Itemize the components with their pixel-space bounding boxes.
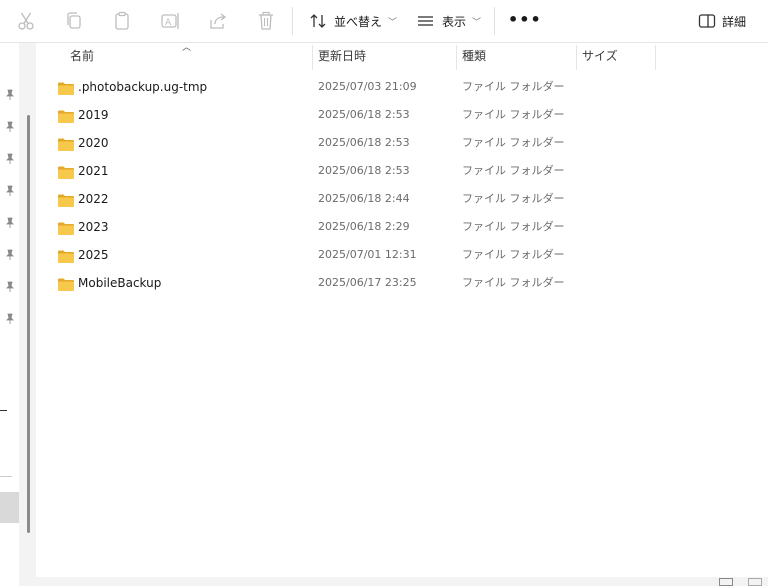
column-divider[interactable] [312,45,313,70]
folder-icon [58,248,74,263]
file-modified: 2025/06/17 23:25 [318,276,417,289]
column-header: 名前 更新日時 種類 サイズ [36,43,768,70]
file-modified: 2025/06/18 2:53 [318,136,410,149]
column-type[interactable]: 種類 [462,43,486,70]
view-label: 表示 [442,14,467,29]
nav-scrollbar[interactable] [27,115,30,533]
sort-label: 並べ替え [334,14,383,29]
file-row[interactable]: .photobackup.ug-tmp 2025/07/03 21:09 ファイル … [36,73,768,101]
file-modified: 2025/07/03 21:09 [318,80,417,93]
details-label: 詳細 [722,14,747,29]
toolbar-separator [494,7,495,35]
folder-icon [58,192,74,207]
pin-icon[interactable] [4,246,16,260]
file-modified: 2025/06/18 2:53 [318,108,410,121]
trash-icon[interactable] [255,10,277,32]
file-row[interactable]: 2023 2025/06/18 2:29 ファイル フォルダー [36,213,768,241]
svg-text:A: A [165,18,172,28]
pin-icon[interactable] [4,86,16,100]
file-type: ファイル フォルダー [462,108,565,121]
details-pane-button[interactable]: 詳細 [698,9,746,33]
rename-icon[interactable]: A [159,10,181,32]
file-name: 2021 [78,164,109,178]
file-row[interactable]: 2021 2025/06/18 2:53 ファイル フォルダー [36,157,768,185]
file-row[interactable]: 2025 2025/07/01 12:31 ファイル フォルダー [36,241,768,269]
sort-ascending-icon: ︿ [182,43,192,53]
details-pane-icon [698,12,716,30]
tiles-view-toggle[interactable] [748,578,762,586]
folder-icon [58,164,74,179]
file-modified: 2025/06/18 2:29 [318,220,410,233]
share-icon[interactable] [207,10,229,32]
status-bar [19,577,768,586]
copy-icon[interactable] [63,10,85,32]
scissors-icon[interactable] [15,10,37,32]
pin-icon[interactable] [4,118,16,132]
file-modified: 2025/06/18 2:44 [318,192,410,205]
clipboard-icon[interactable] [111,10,133,32]
file-row[interactable]: MobileBackup 2025/06/17 23:25 ファイル フォルダー [36,269,768,297]
folder-icon [58,108,74,123]
nav-item-selected[interactable] [0,492,19,523]
divider [0,476,12,477]
file-name: MobileBackup [78,276,162,290]
pin-icon[interactable] [4,278,16,292]
file-name: 2020 [78,136,109,150]
divider [0,410,7,411]
file-name: 2019 [78,108,109,122]
column-divider[interactable] [576,45,577,70]
column-divider[interactable] [655,45,656,70]
file-type: ファイル フォルダー [462,220,565,233]
pin-icon[interactable] [4,310,16,324]
file-row[interactable]: 2022 2025/06/18 2:44 ファイル フォルダー [36,185,768,213]
file-name: .photobackup.ug-tmp [78,80,208,94]
file-name: 2025 [78,248,109,262]
file-type: ファイル フォルダー [462,248,565,261]
sort-button[interactable]: 並べ替え ﹀ [308,9,397,33]
pin-icon[interactable] [4,150,16,164]
file-modified: 2025/06/18 2:53 [318,164,410,177]
column-divider[interactable] [456,45,457,70]
view-lines-icon [416,11,436,31]
column-name[interactable]: 名前 [70,43,94,70]
more-options-button[interactable]: ••• [508,12,541,30]
folder-icon [58,80,74,95]
file-type: ファイル フォルダー [462,136,565,149]
details-view-toggle[interactable] [719,578,733,586]
column-modified[interactable]: 更新日時 [318,43,366,70]
pin-icon[interactable] [4,214,16,228]
file-type: ファイル フォルダー [462,80,565,93]
column-size[interactable]: サイズ [582,43,618,70]
chevron-down-icon: ﹀ [472,17,482,28]
sort-arrows-icon [308,11,328,31]
file-row[interactable]: 2019 2025/06/18 2:53 ファイル フォルダー [36,101,768,129]
view-button[interactable]: 表示 ﹀ [416,9,481,33]
file-type: ファイル フォルダー [462,192,565,205]
file-type: ファイル フォルダー [462,276,565,289]
file-name: 2023 [78,220,109,234]
folder-icon [58,220,74,235]
file-row[interactable]: 2020 2025/06/18 2:53 ファイル フォルダー [36,129,768,157]
folder-icon [58,136,74,151]
folder-icon [58,276,74,291]
toolbar-separator [292,7,293,35]
file-name: 2022 [78,192,109,206]
file-modified: 2025/07/01 12:31 [318,248,417,261]
chevron-down-icon: ﹀ [388,17,398,28]
file-type: ファイル フォルダー [462,164,565,177]
pin-icon[interactable] [4,182,16,196]
command-bar: A 並べ替え ﹀ 表示 ﹀ ••• 詳細 [0,0,768,43]
